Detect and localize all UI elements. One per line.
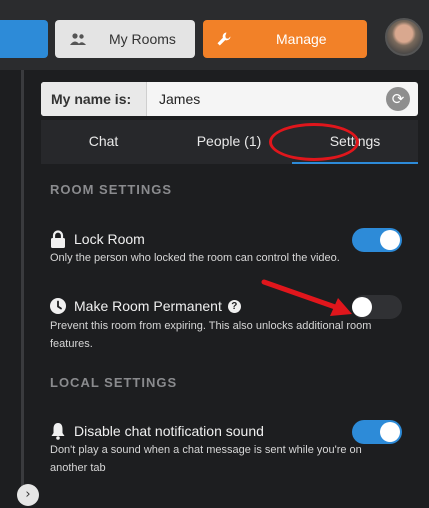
settings-panel: My Rooms Manage My name is: James ⟳ Chat… bbox=[0, 0, 429, 508]
help-icon[interactable]: ? bbox=[227, 299, 241, 313]
chevron-right-icon[interactable]: › bbox=[17, 484, 39, 506]
make-permanent-description: Prevent this room from expiring. This al… bbox=[50, 320, 372, 350]
lock-room-title-row: Lock Room bbox=[50, 230, 145, 248]
sidebar-tab[interactable] bbox=[0, 20, 48, 58]
name-field-label: My name is: bbox=[41, 82, 147, 116]
users-icon bbox=[70, 33, 86, 45]
top-bar: My Rooms Manage bbox=[0, 0, 429, 70]
tab-chat[interactable]: Chat bbox=[41, 120, 166, 164]
lock-room-title: Lock Room bbox=[74, 231, 145, 247]
refresh-icon[interactable]: ⟳ bbox=[386, 87, 410, 111]
my-rooms-button[interactable]: My Rooms bbox=[55, 20, 195, 58]
tab-bar: Chat People (1) Settings bbox=[41, 120, 418, 164]
name-input[interactable]: James bbox=[159, 82, 200, 116]
manage-label: Manage bbox=[276, 31, 327, 47]
my-rooms-label: My Rooms bbox=[109, 31, 176, 47]
toggle-knob bbox=[380, 422, 400, 442]
lock-room-description: Only the person who locked the room can … bbox=[50, 252, 340, 264]
make-permanent-title: Make Room Permanent bbox=[74, 298, 222, 314]
room-settings-heading: ROOM SETTINGS bbox=[50, 182, 173, 197]
clock-icon bbox=[50, 298, 66, 314]
local-settings-heading: LOCAL SETTINGS bbox=[50, 375, 178, 390]
bell-icon bbox=[51, 423, 65, 440]
disable-chat-sound-toggle[interactable] bbox=[352, 420, 402, 444]
manage-button[interactable]: Manage bbox=[203, 20, 367, 58]
make-permanent-title-row: Make Room Permanent ? bbox=[50, 298, 241, 314]
wrench-icon bbox=[217, 32, 231, 46]
lock-room-toggle[interactable] bbox=[352, 228, 402, 252]
avatar[interactable] bbox=[385, 18, 423, 56]
arrow-annotation bbox=[261, 279, 352, 316]
disable-chat-sound-title: Disable chat notification sound bbox=[74, 423, 264, 439]
toggle-knob bbox=[380, 230, 400, 250]
disable-chat-sound-description: Don't play a sound when a chat message i… bbox=[50, 444, 362, 474]
disable-chat-sound-title-row: Disable chat notification sound bbox=[50, 422, 264, 440]
lock-icon bbox=[51, 230, 65, 248]
settings-tab-annotation-circle bbox=[269, 123, 359, 161]
sidebar-rail bbox=[21, 70, 24, 498]
name-field[interactable]: My name is: James ⟳ bbox=[41, 82, 418, 116]
